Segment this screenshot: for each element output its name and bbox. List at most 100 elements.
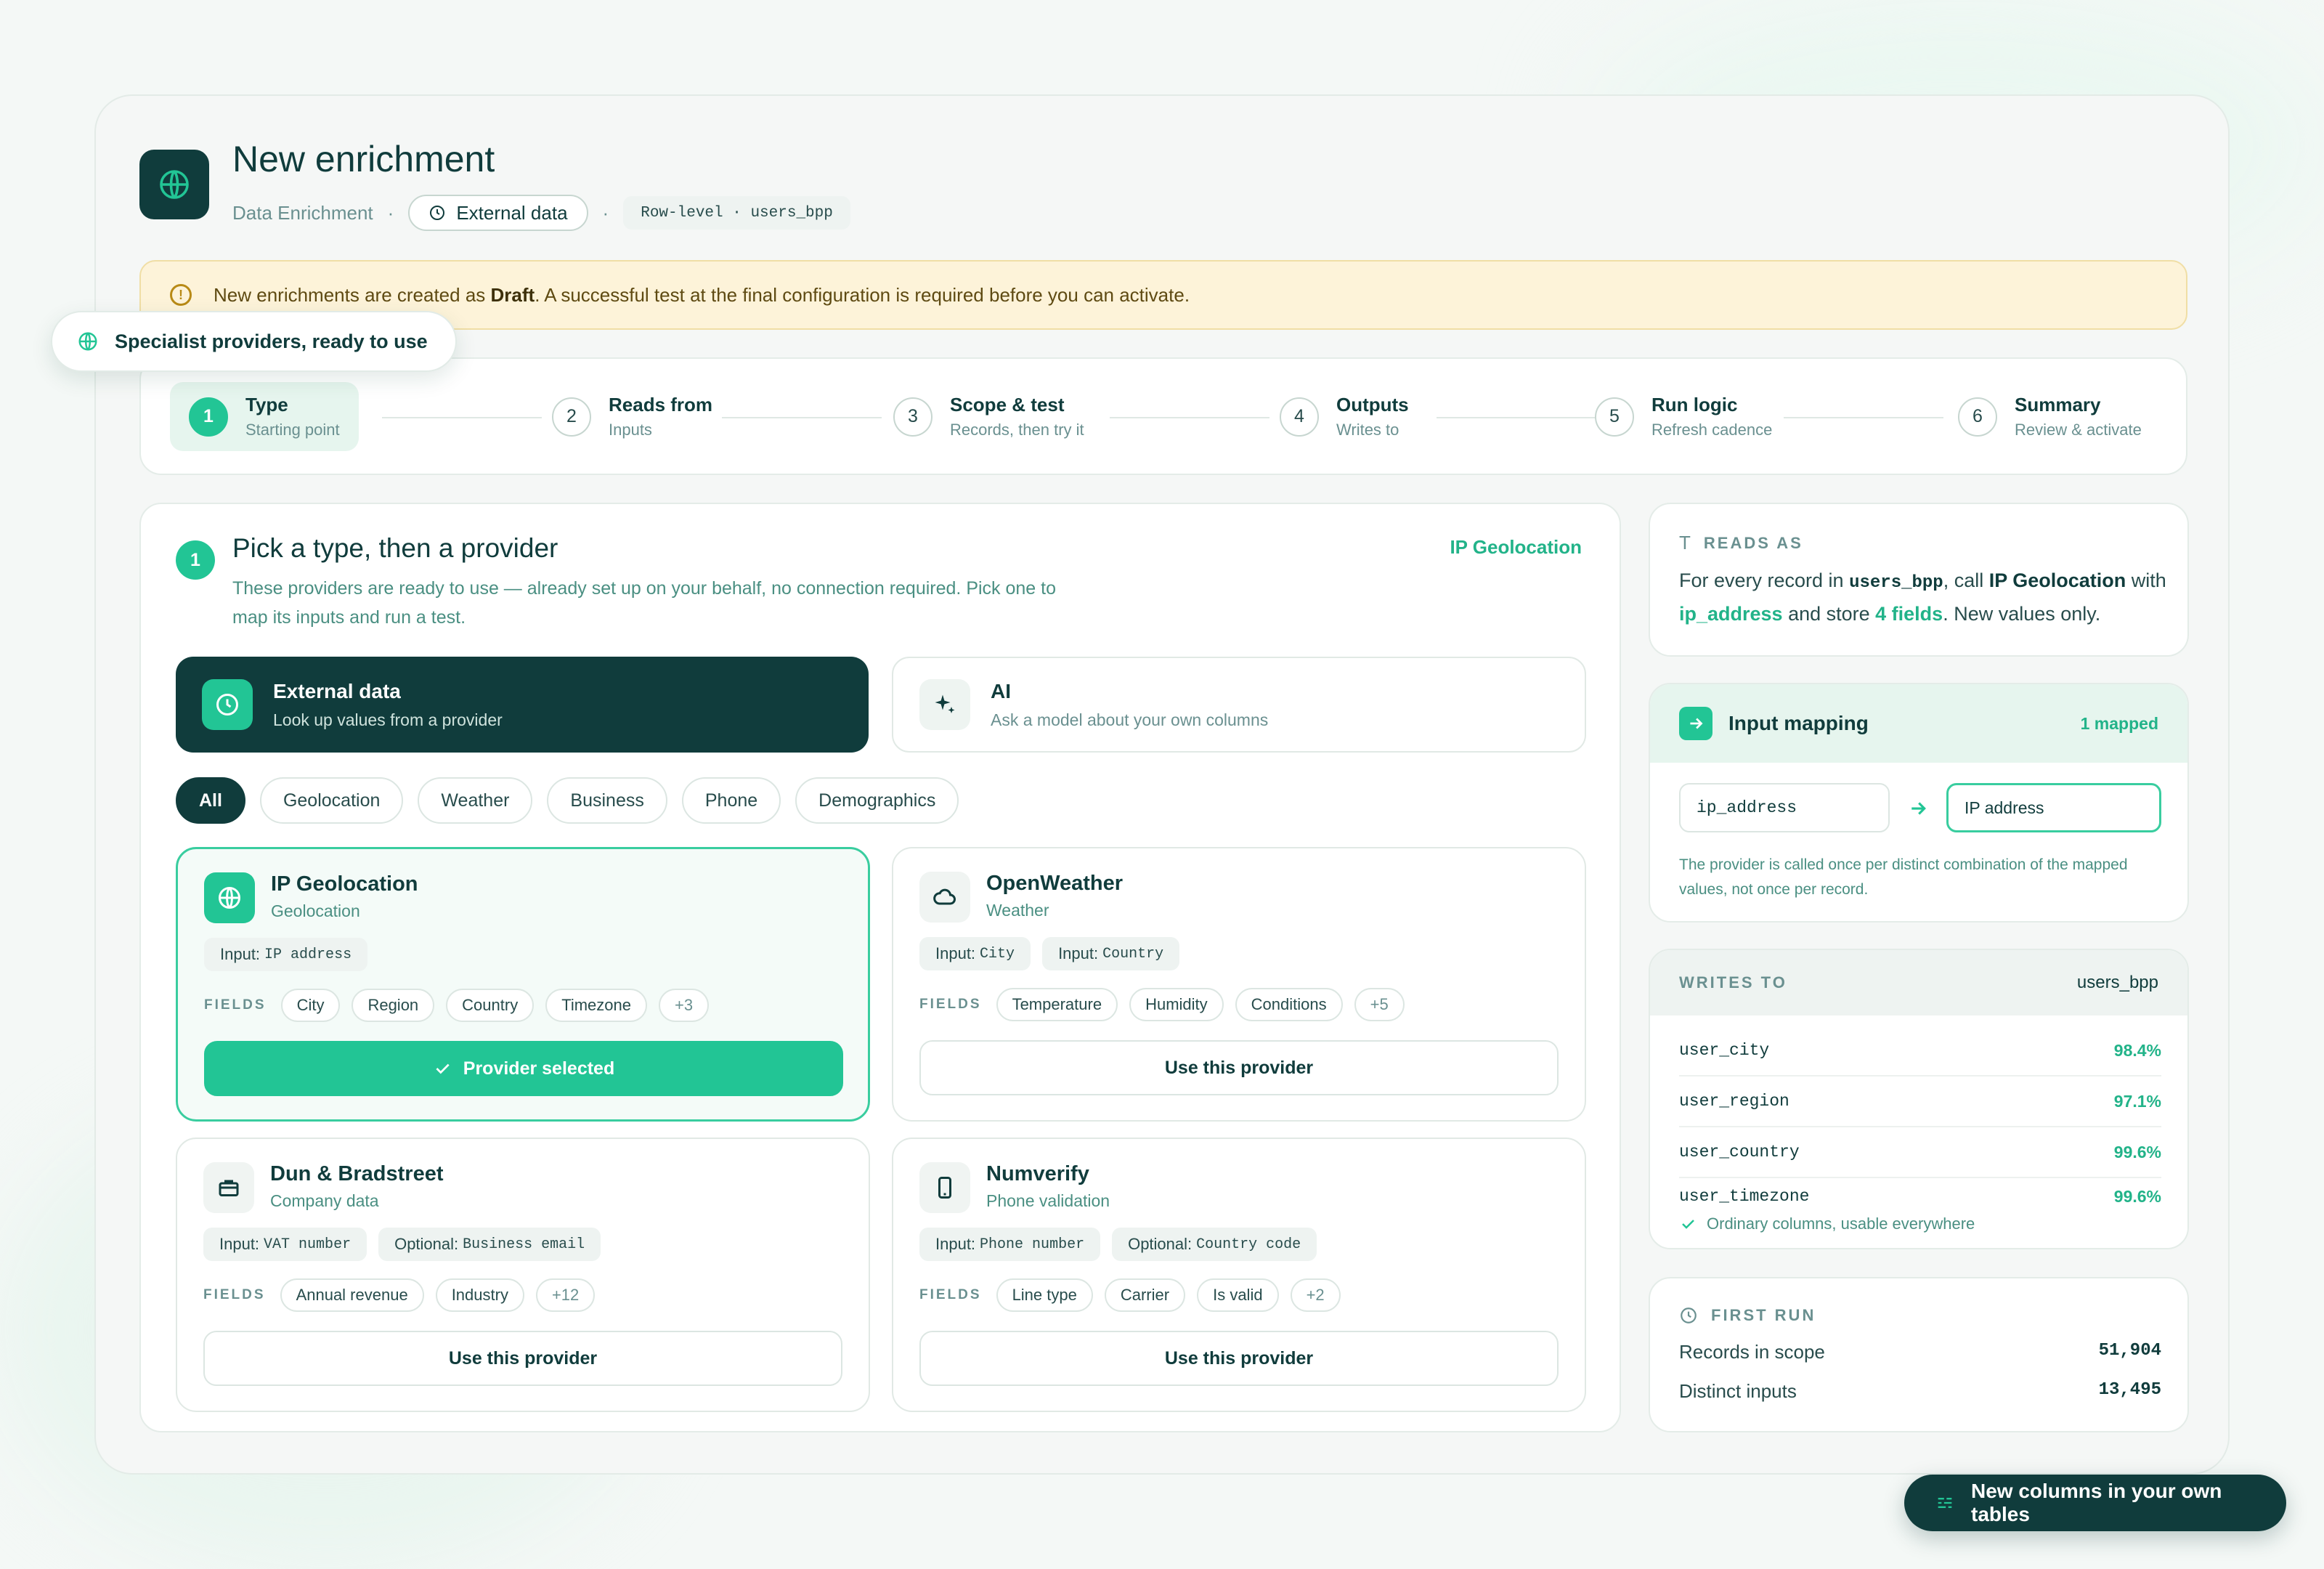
section-title: Pick a type, then a provider xyxy=(232,533,558,563)
step-title: Type xyxy=(245,394,288,415)
field-pill: Timezone xyxy=(545,989,647,1022)
more-fields-pill[interactable]: +3 xyxy=(659,989,710,1022)
filter-demographics[interactable]: Demographics xyxy=(795,777,959,824)
provider-fields: FIELDS City Region Country Timezone +3 xyxy=(204,989,710,1022)
field-pill: Annual revenue xyxy=(280,1278,424,1312)
more-fields-pill[interactable]: +12 xyxy=(535,1278,596,1312)
type-subtitle: Look up values from a provider xyxy=(273,710,503,729)
input-mapping-header: Input mapping 1 mapped xyxy=(1650,684,2187,763)
notice-text: New enrichments are created as Draft. A … xyxy=(214,283,1190,306)
row-level-chip: Row-level · users_bpp xyxy=(623,196,850,230)
step-outputs[interactable]: 4 Outputs Writes to xyxy=(1280,394,1409,439)
provider-category: Company data xyxy=(270,1191,379,1210)
filter-phone[interactable]: Phone xyxy=(681,777,781,824)
writes-to-footer: Ordinary columns, usable everywhere xyxy=(1679,1215,1975,1233)
mapped-count: 1 mapped xyxy=(2080,713,2158,733)
fields-label: FIELDS xyxy=(204,997,267,1013)
type-title: External data xyxy=(273,679,401,702)
stepper: 1 Type Starting point 2 Reads from Inputs … xyxy=(139,357,2187,475)
provider-name: OpenWeather xyxy=(986,872,1124,895)
reads-as-panel: T READS AS For every record in users_bpp… xyxy=(1649,503,2189,657)
step-summary[interactable]: 6 Summary Review & activate xyxy=(1958,394,2142,439)
filter-geolocation[interactable]: Geolocation xyxy=(259,777,404,824)
step-number: 6 xyxy=(1958,397,1997,437)
field-pill: City xyxy=(280,989,341,1022)
output-column-row: user_timezone 99.6% xyxy=(1679,1186,2161,1207)
step-number: 4 xyxy=(1280,397,1319,437)
input-tag: Input: Phone number xyxy=(919,1228,1101,1261)
first-run-panel: FIRST RUN Records in scope 51,904 Distinc… xyxy=(1649,1277,2189,1432)
provider-category: Geolocation xyxy=(271,901,360,920)
field-pill: Is valid xyxy=(1197,1278,1279,1312)
enrichment-card: New enrichment Data Enrichment · Externa… xyxy=(94,94,2230,1475)
provider-card-numverify[interactable]: Numverify Phone validation Input: Phone n… xyxy=(892,1138,1586,1412)
type-ai[interactable]: AI Ask a model about your own columns xyxy=(892,657,1586,753)
provider-inputs: Input: VAT number Optional: Business email xyxy=(203,1228,601,1261)
mapping-arrow-icon xyxy=(1911,802,1926,815)
provider-card-ip-geolocation[interactable]: IP Geolocation Geolocation Input: IP addr… xyxy=(176,847,870,1122)
provider-input-field[interactable]: IP address xyxy=(1946,783,2161,832)
more-fields-pill[interactable]: +5 xyxy=(1354,988,1405,1021)
external-data-chip[interactable]: External data xyxy=(408,195,588,231)
filter-all[interactable]: All xyxy=(176,777,245,824)
text-icon: T xyxy=(1679,532,1691,554)
more-fields-pill[interactable]: +2 xyxy=(1290,1278,1341,1312)
step-type[interactable]: 1 Type Starting point xyxy=(170,382,359,451)
phone-icon xyxy=(919,1162,970,1213)
fields-label: FIELDS xyxy=(203,1287,266,1302)
check-icon xyxy=(436,1063,450,1074)
type-subtitle: Ask a model about your own columns xyxy=(991,710,1269,729)
input-tag: Optional: Country code xyxy=(1112,1228,1317,1261)
step-connector xyxy=(382,417,542,418)
step-number: 1 xyxy=(189,397,228,437)
provider-card-dun-bradstreet[interactable]: Dun & Bradstreet Company data Input: VAT … xyxy=(176,1138,870,1412)
output-column-row: user_country 99.6% xyxy=(1679,1127,2161,1178)
provider-fields: FIELDS Line type Carrier Is valid +2 xyxy=(919,1278,1341,1312)
step-title: Reads from xyxy=(609,394,713,415)
step-connector xyxy=(722,417,882,418)
provider-name: Dun & Bradstreet xyxy=(270,1162,444,1185)
field-pill: Humidity xyxy=(1129,988,1224,1021)
source-column-field[interactable]: ip_address xyxy=(1679,783,1890,832)
provider-name: Numverify xyxy=(986,1162,1089,1185)
provider-inputs: Input: IP address xyxy=(204,938,368,971)
input-mapping-note: The provider is called once per distinct… xyxy=(1679,856,2128,898)
step-subtitle: Review & activate xyxy=(2015,421,2142,439)
field-pill: Conditions xyxy=(1235,988,1343,1021)
step-scope-test[interactable]: 3 Scope & test Records, then try it xyxy=(893,394,1084,439)
breadcrumb-data-enrichment[interactable]: Data Enrichment xyxy=(232,202,373,224)
step-number: 3 xyxy=(893,397,933,437)
clock-icon xyxy=(202,679,253,730)
provider-selected-button[interactable]: Provider selected xyxy=(204,1041,843,1096)
use-provider-button[interactable]: Use this provider xyxy=(919,1331,1559,1386)
briefcase-icon xyxy=(203,1162,254,1213)
reads-as-caption: T READS AS xyxy=(1679,532,1803,554)
type-provider-panel: 1 Pick a type, then a provider These pro… xyxy=(139,503,1621,1432)
header-globe-icon xyxy=(139,150,209,219)
input-mapping-panel: Input mapping 1 mapped ip_address IP add… xyxy=(1649,683,2189,923)
writes-to-header: WRITES TO users_bpp xyxy=(1650,950,2187,1015)
provider-category: Phone validation xyxy=(986,1191,1110,1210)
provider-inputs: Input: Phone number Optional: Country code xyxy=(919,1228,1317,1261)
warning-icon: ! xyxy=(170,284,192,306)
provider-card-openweather[interactable]: OpenWeather Weather Input: City Input: Cou… xyxy=(892,847,1586,1122)
field-pill: Carrier xyxy=(1104,1278,1186,1312)
step-connector xyxy=(1110,417,1269,418)
step-number: 2 xyxy=(552,397,591,437)
field-pill: Line type xyxy=(996,1278,1093,1312)
provider-inputs: Input: City Input: Country xyxy=(919,937,1180,970)
input-tag: Input: City xyxy=(919,937,1031,970)
filter-business[interactable]: Business xyxy=(547,777,667,824)
clock-icon xyxy=(1681,1308,1697,1323)
step-subtitle: Writes to xyxy=(1336,421,1399,439)
use-provider-button[interactable]: Use this provider xyxy=(203,1331,842,1386)
step-title: Scope & test xyxy=(950,394,1065,415)
columns-icon xyxy=(1938,1498,1952,1508)
step-run-logic[interactable]: 5 Run logic Refresh cadence xyxy=(1595,394,1772,439)
type-external-data[interactable]: External data Look up values from a prov… xyxy=(176,657,869,753)
filter-weather[interactable]: Weather xyxy=(418,777,533,824)
use-provider-button[interactable]: Use this provider xyxy=(919,1040,1559,1095)
input-tag: Input: IP address xyxy=(204,938,368,971)
step-reads-from[interactable]: 2 Reads from Inputs xyxy=(552,394,712,439)
input-mapping-title: Input mapping xyxy=(1728,712,1869,734)
